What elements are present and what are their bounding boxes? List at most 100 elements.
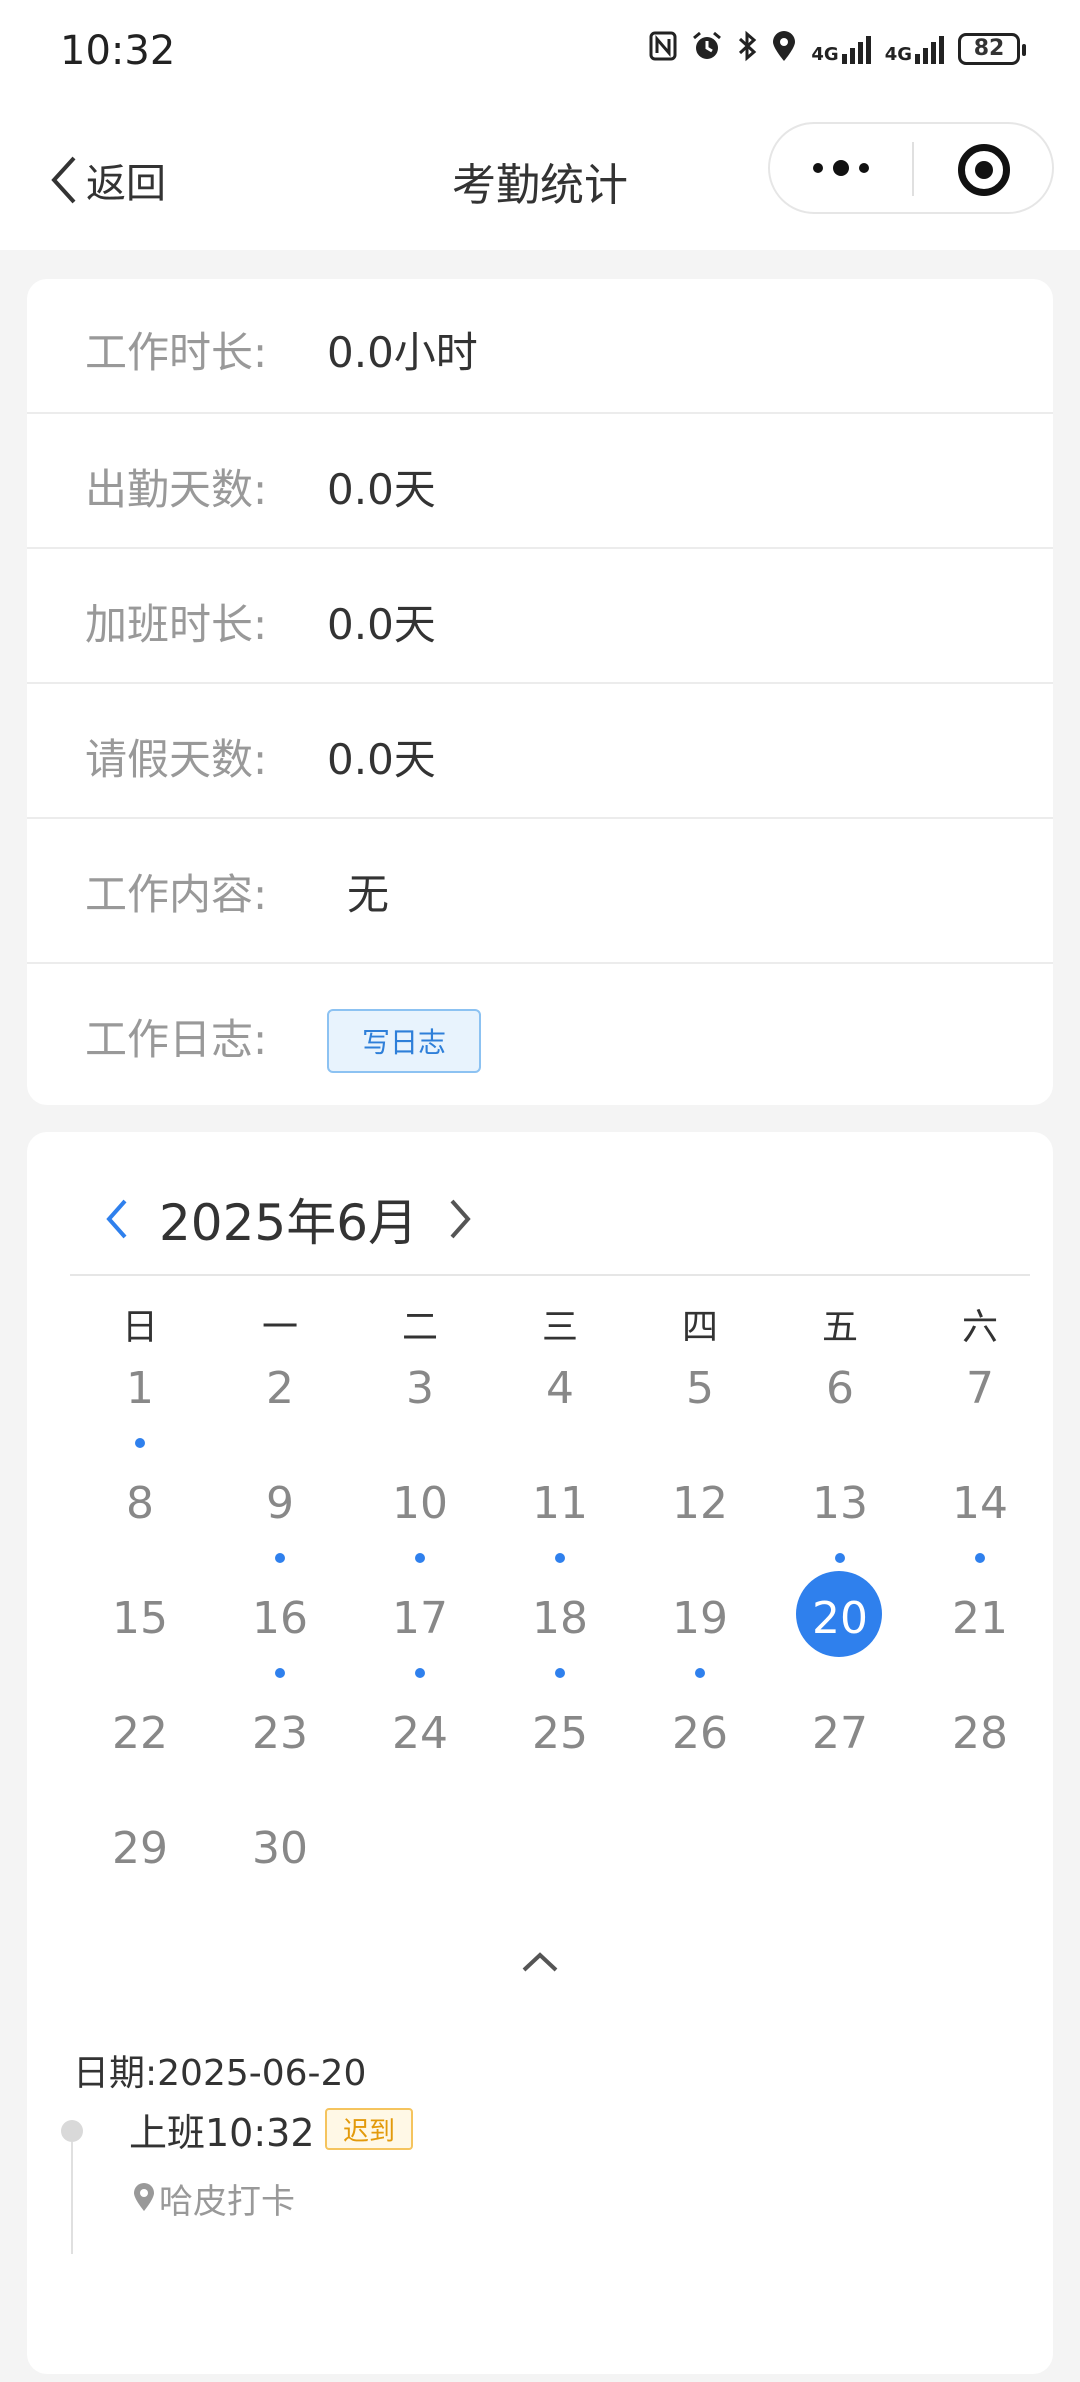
calendar-day[interactable]: 14 (910, 1469, 1050, 1584)
close-target-icon[interactable] (958, 144, 1010, 196)
calendar-day[interactable]: 1 (70, 1354, 210, 1469)
clock-in-location: 哈皮打卡 (131, 2174, 295, 2223)
record-indicator-dot (275, 1668, 285, 1678)
calendar-day[interactable]: 28 (910, 1699, 1050, 1814)
clock-in-time: 上班10:32 (129, 2111, 315, 2155)
calendar-day-number: 13 (812, 1478, 868, 1529)
signal-icon: 4G (811, 34, 871, 64)
weekday-label: 一 (261, 1307, 298, 1348)
calendar-day-number: 30 (252, 1823, 308, 1874)
weekday-header: 日 一 二 三 四 五 六 (70, 1298, 1050, 1350)
record-indicator-dot (555, 1668, 565, 1678)
calendar-day[interactable]: 12 (630, 1469, 770, 1584)
bluetooth-icon (737, 30, 757, 67)
calendar-header: 2025年6月 (97, 1184, 480, 1254)
calendar-day-number: 24 (392, 1708, 448, 1759)
calendar-day[interactable]: 25 (490, 1699, 630, 1814)
calendar-day-number: 8 (126, 1478, 154, 1529)
next-month-button[interactable] (440, 1184, 480, 1254)
calendar-day[interactable]: 26 (630, 1699, 770, 1814)
calendar-day[interactable]: 6 (770, 1354, 910, 1469)
selected-date: 日期:2025-06-20 (73, 2044, 366, 2096)
record-indicator-dot (415, 1668, 425, 1678)
status-bar: 10:32 4G 4G 82 (0, 0, 1080, 105)
calendar-day[interactable]: 8 (70, 1469, 210, 1584)
calendar-day-number: 1 (126, 1363, 154, 1414)
calendar-day[interactable]: 27 (770, 1699, 910, 1814)
calendar-day[interactable]: 13 (770, 1469, 910, 1584)
calendar-day-number: 14 (952, 1478, 1008, 1529)
overtime-label: 加班时长: (85, 600, 268, 649)
battery-level: 82 (973, 36, 1005, 61)
late-status-badge: 迟到 (325, 2108, 413, 2150)
calendar-day-number: 2 (266, 1363, 294, 1414)
calendar-day-number: 20 (812, 1593, 868, 1644)
calendar-day-selected[interactable]: 20 (770, 1571, 910, 1699)
calendar-day-number: 16 (252, 1593, 308, 1644)
leave-days-row: 请假天数: 0.0天 (27, 684, 1053, 819)
battery-icon: 82 (958, 32, 1026, 65)
record-indicator-dot (415, 1553, 425, 1563)
prev-month-button[interactable] (97, 1184, 137, 1254)
work-log-label: 工作日志: (85, 1015, 268, 1064)
write-log-button[interactable]: 写日志 (327, 1009, 481, 1073)
calendar-day-number: 3 (406, 1363, 434, 1414)
location-icon (771, 30, 797, 67)
weekday-label: 二 (401, 1307, 438, 1348)
overtime-value: 0.0天 (327, 600, 436, 649)
calendar-day[interactable]: 2 (210, 1354, 350, 1469)
calendar-day[interactable]: 21 (910, 1584, 1050, 1699)
calendar-day-number: 12 (672, 1478, 728, 1529)
status-icons: 4G 4G 82 (649, 30, 1026, 67)
calendar-day[interactable]: 16 (210, 1584, 350, 1699)
calendar-day[interactable]: 17 (350, 1584, 490, 1699)
work-content-label: 工作内容: (85, 870, 268, 919)
leave-days-value: 0.0天 (327, 735, 436, 784)
weekday-label: 五 (821, 1307, 858, 1348)
work-content-value: 无 (347, 870, 390, 919)
collapse-calendar-button[interactable] (518, 1942, 562, 1982)
chevron-right-icon (450, 1199, 471, 1239)
calendar-day[interactable]: 29 (70, 1814, 210, 1929)
weekday-label: 三 (541, 1307, 578, 1348)
record-indicator-dot (975, 1553, 985, 1563)
calendar-day-number: 28 (952, 1708, 1008, 1759)
calendar-day[interactable]: 7 (910, 1354, 1050, 1469)
date-value: 2025-06-20 (157, 2053, 367, 2094)
calendar-day-number: 19 (672, 1593, 728, 1644)
work-hours-row: 工作时长: 0.0小时 (27, 279, 1053, 414)
weekday-label: 四 (681, 1307, 718, 1348)
nfc-icon (649, 31, 677, 66)
date-label: 日期: (73, 2053, 158, 2094)
calendar-day-number: 5 (686, 1363, 714, 1414)
attendance-days-row: 出勤天数: 0.0天 (27, 414, 1053, 549)
calendar-month-title: 2025年6月 (159, 1194, 419, 1252)
calendar-day[interactable]: 23 (210, 1699, 350, 1814)
calendar-day[interactable]: 9 (210, 1469, 350, 1584)
more-button[interactable] (770, 124, 912, 212)
record-indicator-dot (695, 1668, 705, 1678)
calendar-day[interactable]: 10 (350, 1469, 490, 1584)
calendar-day-number: 18 (532, 1593, 588, 1644)
calendar-day[interactable]: 5 (630, 1354, 770, 1469)
calendar-day-number: 23 (252, 1708, 308, 1759)
calendar-day[interactable]: 4 (490, 1354, 630, 1469)
calendar-day-number: 29 (112, 1823, 168, 1874)
calendar-card: 2025年6月 日 一 二 三 四 五 六 1 2 3 4 5 6 7 8 9 10 11 12 13 1… (27, 1132, 1053, 2374)
calendar-day[interactable]: 22 (70, 1699, 210, 1814)
calendar-day[interactable]: 15 (70, 1584, 210, 1699)
calendar-day[interactable]: 19 (630, 1584, 770, 1699)
leave-days-label: 请假天数: (85, 735, 268, 784)
calendar-day-number: 21 (952, 1593, 1008, 1644)
calendar-day[interactable]: 24 (350, 1699, 490, 1814)
weekday-label: 六 (961, 1307, 998, 1348)
attendance-days-label: 出勤天数: (85, 465, 268, 514)
calendar-divider (70, 1274, 1030, 1276)
calendar-day[interactable]: 3 (350, 1354, 490, 1469)
calendar-day[interactable]: 18 (490, 1584, 630, 1699)
calendar-day[interactable]: 11 (490, 1469, 630, 1584)
calendar-day-number: 15 (112, 1593, 168, 1644)
calendar-day[interactable]: 30 (210, 1814, 350, 1929)
chevron-up-icon (522, 1952, 558, 1972)
work-hours-label: 工作时长: (85, 328, 268, 377)
